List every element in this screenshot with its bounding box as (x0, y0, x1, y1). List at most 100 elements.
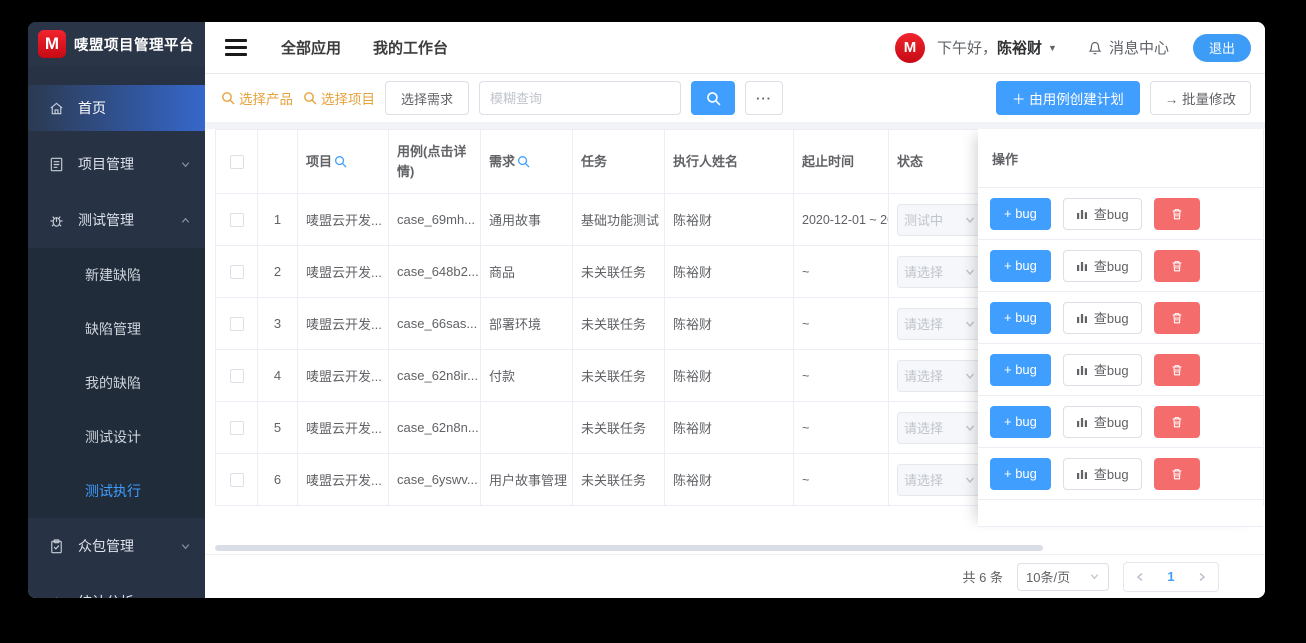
page-size-select[interactable]: 10条/页 (1017, 562, 1109, 591)
select-product-label: 选择产品 (239, 92, 293, 107)
status-select[interactable]: 请选择 (897, 255, 983, 288)
trash-icon (1170, 311, 1184, 325)
add-bug-button[interactable]: + bug (990, 301, 1051, 334)
add-bug-button[interactable]: + bug (990, 457, 1051, 490)
row-checkbox[interactable] (229, 264, 244, 279)
total-count: 共 6 条 (962, 570, 1003, 585)
chevron-down-icon (964, 214, 976, 226)
search-icon[interactable] (334, 154, 347, 168)
status-select[interactable]: 测试中 (897, 203, 983, 236)
ops-row: + bug 查bug (978, 447, 1263, 499)
brand-title: 唛盟项目管理平台 (74, 37, 194, 54)
range-column-header: 起止时间 (793, 129, 889, 194)
page-number[interactable]: 1 (1167, 569, 1174, 584)
nav-workbench[interactable]: 我的工作台 (373, 37, 448, 58)
bug-icon (48, 212, 65, 229)
ops-row: + bug 查bug (978, 291, 1263, 343)
delete-button[interactable] (1153, 457, 1200, 490)
sidebar-item-label: 众包管理 (78, 538, 134, 554)
next-page-icon[interactable] (1196, 571, 1208, 583)
sidebar-menu: 首页 项目管理 测试管理 新建缺陷 缺陷管理 我的缺陷 测试设计 测试执行 众包… (28, 66, 205, 598)
chevron-down-icon (964, 266, 976, 278)
bar-chart-icon (1076, 468, 1088, 480)
add-bug-button[interactable]: + bug (990, 197, 1051, 230)
status-select[interactable]: 请选择 (897, 359, 983, 392)
chevron-up-icon (180, 215, 191, 226)
create-plan-button[interactable]: ＋ 由用例创建计划 (995, 81, 1140, 115)
sidebar-item-new-defect[interactable]: 新建缺陷 (28, 248, 205, 302)
project-column-header: 项目 (297, 129, 389, 194)
sidebar-item-test-execution[interactable]: 测试执行 (28, 464, 205, 518)
delete-button[interactable] (1153, 249, 1200, 282)
view-bug-button[interactable]: 查bug (1062, 249, 1142, 282)
horizontal-scrollbar[interactable] (215, 545, 1043, 551)
sidebar-item-my-defects[interactable]: 我的缺陷 (28, 356, 205, 410)
view-bug-button[interactable]: 查bug (1062, 301, 1142, 334)
sidebar-item-home[interactable]: 首页 (28, 85, 205, 131)
status-select[interactable]: 请选择 (897, 463, 983, 496)
sidebar-item-test-design[interactable]: 测试设计 (28, 410, 205, 464)
select-project-link[interactable]: 选择项目 (303, 88, 375, 108)
username: 陈裕财 (997, 40, 1043, 57)
status-select[interactable]: 请选择 (897, 411, 983, 444)
test-mgmt-submenu: 新建缺陷 缺陷管理 我的缺陷 测试设计 测试执行 (28, 248, 205, 518)
executor-column-header: 执行人姓名 (664, 129, 794, 194)
fuzzy-search-input[interactable] (479, 81, 682, 115)
add-bug-button[interactable]: + bug (990, 249, 1051, 282)
sidebar-item-test-mgmt[interactable]: 测试管理 (28, 192, 205, 248)
batch-edit-button[interactable]: → 批量修改 (1149, 81, 1251, 115)
search-button[interactable] (691, 81, 736, 115)
search-icon[interactable] (517, 154, 530, 168)
greeting-prefix: 下午好， (937, 40, 998, 57)
greeting-text[interactable]: 下午好，陈裕财 (937, 37, 1042, 58)
avatar[interactable]: M (895, 32, 926, 63)
status-select[interactable]: 请选择 (897, 307, 983, 340)
search-icon (706, 91, 721, 106)
sidebar-item-clipped[interactable]: 统计分析 (28, 574, 205, 598)
select-project-label: 选择项目 (321, 92, 375, 107)
home-icon (48, 100, 65, 117)
page-size-value: 10条/页 (1026, 570, 1071, 585)
sidebar-item-label: 统计分析 (78, 592, 134, 598)
bar-chart-icon (1076, 416, 1088, 428)
delete-button[interactable] (1153, 301, 1200, 334)
prev-page-icon[interactable] (1134, 571, 1146, 583)
view-bug-button[interactable]: 查bug (1062, 353, 1142, 386)
view-bug-button[interactable]: 查bug (1062, 197, 1142, 230)
caret-down-icon[interactable]: ▼ (1048, 43, 1057, 53)
select-all-checkbox[interactable] (229, 154, 244, 169)
add-bug-button[interactable]: + bug (990, 405, 1051, 438)
sidebar-item-crowd-mgmt[interactable]: 众包管理 (28, 518, 205, 574)
more-filters-button[interactable]: ··· (745, 81, 784, 115)
row-checkbox[interactable] (229, 420, 244, 435)
req-column-header: 需求 (480, 129, 573, 194)
trash-icon (1170, 363, 1184, 377)
sidebar-item-label: 测试管理 (78, 212, 134, 228)
chevron-down-icon (964, 422, 976, 434)
select-product-link[interactable]: 选择产品 (221, 88, 293, 108)
brand-logo-icon: M (38, 30, 66, 58)
hamburger-menu-icon[interactable] (225, 39, 247, 56)
delete-button[interactable] (1153, 405, 1200, 438)
sidebar-item-project-mgmt[interactable]: 项目管理 (28, 136, 205, 192)
topbar-right: M 下午好，陈裕财 ▼ 消息中心 退出 (895, 32, 1251, 63)
row-checkbox[interactable] (229, 472, 244, 487)
sidebar-item-defect-mgmt[interactable]: 缺陷管理 (28, 302, 205, 356)
chevron-down-icon (180, 541, 191, 552)
pager: 1 (1123, 561, 1219, 592)
row-checkbox[interactable] (229, 212, 244, 227)
chevron-down-icon (964, 370, 976, 382)
add-bug-button[interactable]: + bug (990, 353, 1051, 386)
ops-row: + bug 查bug (978, 239, 1263, 291)
nav-all-apps[interactable]: 全部应用 (281, 37, 341, 58)
delete-button[interactable] (1153, 197, 1200, 230)
message-center-link[interactable]: 消息中心 (1087, 37, 1169, 58)
logout-button[interactable]: 退出 (1192, 33, 1251, 62)
row-checkbox[interactable] (229, 316, 244, 331)
select-requirement-button[interactable]: 选择需求 (385, 81, 470, 115)
view-bug-button[interactable]: 查bug (1062, 405, 1142, 438)
view-bug-button[interactable]: 查bug (1062, 457, 1142, 490)
delete-button[interactable] (1153, 353, 1200, 386)
toolbar-actions: ＋ 由用例创建计划 → 批量修改 (995, 81, 1251, 115)
row-checkbox[interactable] (229, 368, 244, 383)
